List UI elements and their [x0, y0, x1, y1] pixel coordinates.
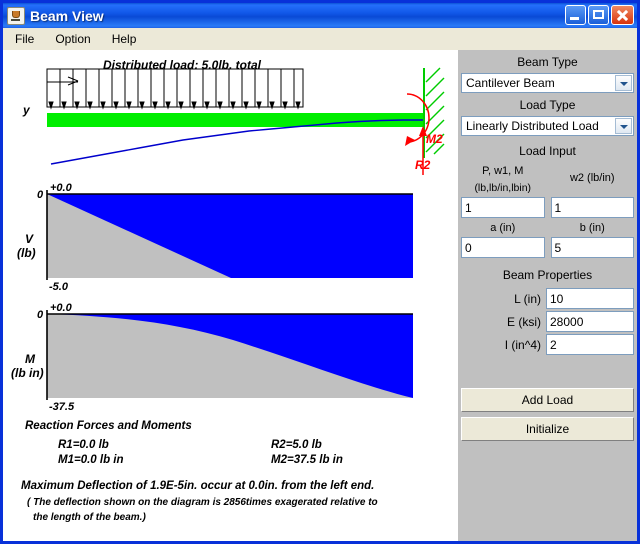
- b-value: 5: [554, 240, 562, 255]
- minimize-button[interactable]: [565, 5, 586, 25]
- beam-type-select[interactable]: Cantilever Beam: [461, 73, 634, 93]
- beam-load-diagram: [46, 67, 445, 175]
- shear-zero-label: 0: [37, 189, 44, 201]
- load-input-row-1-fields: 1 1: [458, 196, 637, 219]
- property-row-length: L (in) 10: [458, 288, 637, 309]
- length-input[interactable]: 10: [546, 288, 634, 309]
- menu-item-help[interactable]: Help: [103, 30, 146, 48]
- a-label: a (in): [490, 222, 516, 234]
- diagram-pane: Distributed load: 5.0lb. total y M2 R2 +…: [3, 50, 458, 541]
- result-m1: M1=0.0 lb in: [58, 454, 124, 466]
- w2-label: w2 (lb/in): [569, 172, 615, 184]
- y-axis-label: y: [23, 103, 30, 117]
- b-label: b (in): [579, 222, 605, 234]
- control-panel: Beam Type Cantilever Beam Load Type Line…: [458, 50, 637, 541]
- moment-diagram: +0.0 0 -37.5: [37, 302, 413, 412]
- deflection-line-1: Maximum Deflection of 1.9E-5in. occur at…: [21, 480, 375, 492]
- load-input-row-2-labels: a (in) b (in): [458, 219, 637, 236]
- moment-bottom-label: -37.5: [49, 401, 75, 412]
- load-hatch-lines: [59, 69, 295, 107]
- shear-top-label: +0.0: [50, 182, 73, 194]
- load-input-row-1-labels: P, w1, M (lb,lb/in,lbin) w2 (lb/in): [458, 162, 637, 196]
- window-title: Beam View: [30, 7, 104, 24]
- property-row-modulus: E (ksi) 28000: [458, 311, 637, 332]
- modulus-value: 28000: [550, 314, 584, 329]
- beam-view-window: Beam View File Option Help Distributed l…: [0, 0, 640, 544]
- java-coffee-cup-icon: [7, 6, 25, 25]
- result-r2: R2=5.0 lb: [271, 439, 322, 451]
- load-input-label: Load Input: [519, 144, 576, 158]
- p-w1-m-units-label: (lb,lb/in,lbin): [474, 182, 532, 194]
- a-input[interactable]: 0: [461, 237, 545, 258]
- beam-properties-label: Beam Properties: [502, 268, 593, 282]
- p-w1-m-input[interactable]: 1: [461, 197, 545, 218]
- add-load-button[interactable]: Add Load: [461, 388, 634, 412]
- shear-bottom-label: -5.0: [49, 281, 69, 290]
- inertia-input[interactable]: 2: [546, 334, 634, 355]
- length-label: L (in): [514, 291, 541, 306]
- load-input-row-2-fields: 0 5: [458, 236, 637, 259]
- reaction-label: R2: [415, 158, 431, 172]
- modulus-label: E (ksi): [507, 314, 541, 329]
- chevron-down-icon[interactable]: [615, 75, 632, 91]
- shear-axis-title-v: V: [25, 232, 34, 246]
- w2-value: 1: [554, 200, 562, 215]
- a-value: 0: [465, 240, 472, 255]
- maximize-button[interactable]: [588, 5, 609, 25]
- menu-bar: File Option Help: [3, 28, 637, 51]
- inertia-label: I (in^4): [504, 337, 541, 352]
- inertia-value: 2: [550, 337, 557, 352]
- length-value: 10: [550, 291, 564, 306]
- result-r1: R1=0.0 lb: [58, 439, 109, 451]
- shear-axis-title-units: (lb): [17, 246, 36, 260]
- beam-type-label: Beam Type: [517, 55, 578, 69]
- result-m2: M2=37.5 lb in: [271, 454, 343, 466]
- deflection-line-2: ( The deflection shown on the diagram is…: [27, 497, 378, 508]
- deflection-line-3: the length of the beam.): [33, 512, 146, 523]
- p-w1-m-value: 1: [465, 200, 472, 215]
- moment-axis-title-m: M: [25, 352, 35, 366]
- window-controls: [565, 5, 634, 25]
- distributed-load-block: [46, 68, 304, 108]
- load-type-select[interactable]: Linearly Distributed Load: [461, 116, 634, 136]
- w2-input[interactable]: 1: [550, 197, 634, 218]
- shear-diagram: +0.0 0 -5.0: [37, 182, 413, 290]
- load-type-value: Linearly Distributed Load: [466, 119, 599, 133]
- moment-axis-title-units: (lb in): [11, 366, 44, 380]
- moment-zero-label: 0: [37, 309, 44, 321]
- initialize-button[interactable]: Initialize: [461, 417, 634, 441]
- moment-top-label: +0.0: [50, 302, 73, 314]
- load-type-label: Load Type: [519, 98, 576, 112]
- beam-body: [47, 113, 424, 127]
- results-heading: Reaction Forces and Moments: [25, 420, 192, 432]
- property-row-inertia: I (in^4) 2: [458, 334, 637, 355]
- close-button[interactable]: [611, 5, 634, 25]
- p-w1-m-label: P, w1, M: [482, 165, 524, 177]
- b-input[interactable]: 5: [550, 237, 634, 258]
- title-bar: Beam View: [3, 3, 637, 28]
- menu-item-option[interactable]: Option: [46, 30, 99, 48]
- moment-label: M2: [426, 132, 443, 146]
- modulus-input[interactable]: 28000: [546, 311, 634, 332]
- beam-type-value: Cantilever Beam: [466, 76, 555, 90]
- menu-item-file[interactable]: File: [6, 30, 43, 48]
- chevron-down-icon[interactable]: [615, 118, 632, 134]
